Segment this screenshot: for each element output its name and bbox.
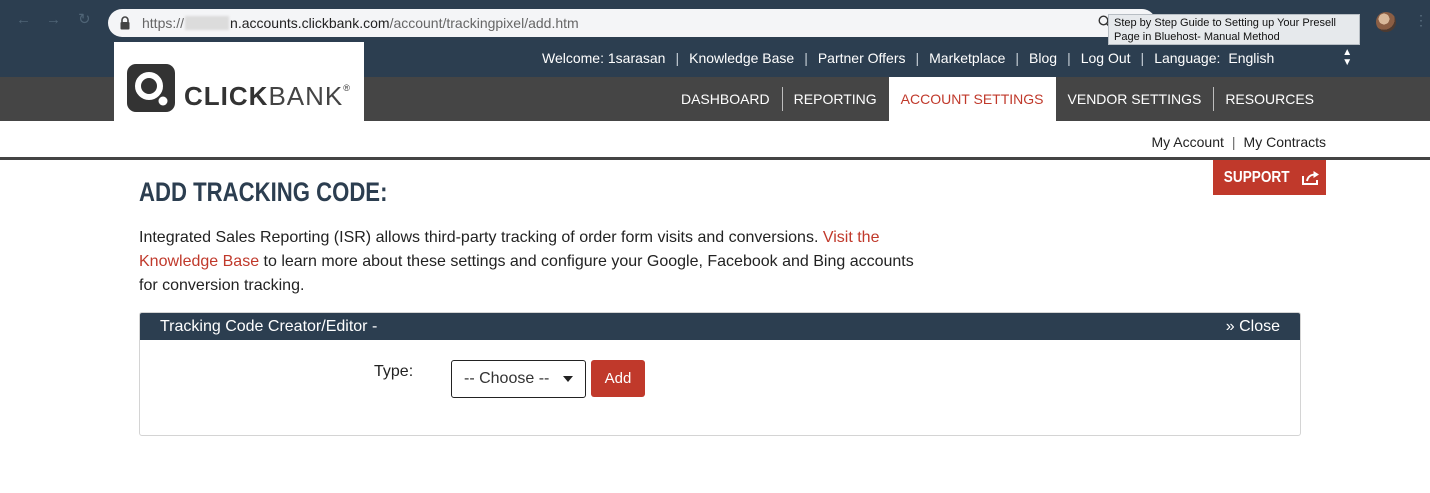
- type-label: Type:: [374, 363, 414, 380]
- subnav-my-contracts[interactable]: My Contracts: [1244, 134, 1326, 150]
- divider: |: [915, 50, 920, 66]
- url-host: n.accounts.clickbank.com: [230, 15, 390, 31]
- more-vertical-icon[interactable]: ⋮: [1414, 12, 1428, 28]
- reload-icon[interactable]: ↻: [78, 12, 91, 28]
- tooltip-line-2: Page in Bluehost- Manual Method: [1114, 31, 1280, 43]
- nav-reporting[interactable]: REPORTING: [781, 77, 889, 121]
- divider: |: [1140, 50, 1145, 66]
- divider: |: [1231, 134, 1236, 150]
- logo-wordmark: CLICKBANK®: [184, 75, 351, 109]
- subnav-my-account[interactable]: My Account: [1152, 134, 1224, 150]
- avatar[interactable]: [1376, 12, 1396, 32]
- language-select[interactable]: English ▲ ▼: [1228, 48, 1352, 68]
- caret-down-icon: [563, 376, 573, 382]
- knowledge-base-link[interactable]: Knowledge Base: [689, 50, 794, 66]
- support-button[interactable]: SUPPORT: [1213, 160, 1326, 195]
- main-nav: DASHBOARD REPORTING ACCOUNT SETTINGS VEN…: [669, 77, 1326, 121]
- redacted-subdomain: [185, 16, 230, 30]
- back-icon[interactable]: ←: [16, 12, 31, 28]
- type-select[interactable]: -- Choose --: [451, 360, 586, 398]
- nav-resources[interactable]: RESOURCES: [1213, 77, 1326, 121]
- marketplace-link[interactable]: Marketplace: [929, 50, 1005, 66]
- divider: |: [1067, 50, 1071, 66]
- tooltip: Step by Step Guide to Setting up Your Pr…: [1108, 14, 1360, 45]
- add-button[interactable]: Add: [591, 360, 645, 397]
- url-scheme: https://: [142, 15, 185, 31]
- tracking-code-panel: Tracking Code Creator/Editor - » Close T…: [139, 312, 1301, 436]
- partner-offers-link[interactable]: Partner Offers: [818, 50, 906, 66]
- top-links: Welcome: 1sarasan | Knowledge Base | Par…: [542, 48, 1352, 68]
- share-icon: [1302, 170, 1320, 185]
- intro-text-before: Integrated Sales Reporting (ISR) allows …: [139, 229, 823, 246]
- support-label: SUPPORT: [1223, 168, 1290, 186]
- select-arrows-icon: ▲ ▼: [1342, 47, 1353, 68]
- language-label: Language:: [1154, 50, 1221, 66]
- logo-text-bold: CLICK: [184, 81, 269, 111]
- panel-title: Tracking Code Creator/Editor -: [160, 318, 378, 335]
- logo-text-light: BANK: [268, 81, 344, 111]
- tooltip-line-1: Step by Step Guide to Setting up Your Pr…: [1114, 17, 1336, 29]
- logo-mark-icon: [127, 64, 175, 112]
- intro-text: Integrated Sales Reporting (ISR) allows …: [139, 226, 919, 298]
- nav-vendor-settings[interactable]: VENDOR SETTINGS: [1056, 77, 1214, 121]
- language-value: English: [1228, 50, 1275, 66]
- divider: |: [675, 50, 680, 66]
- address-bar[interactable]: https:// n.accounts.clickbank.com/account…: [108, 9, 1156, 37]
- divider: |: [804, 50, 808, 66]
- close-panel-link[interactable]: » Close: [1226, 313, 1280, 340]
- logout-link[interactable]: Log Out: [1081, 50, 1131, 66]
- registered-mark: ®: [343, 83, 351, 93]
- panel-header: Tracking Code Creator/Editor - » Close: [140, 313, 1300, 340]
- nav-dashboard[interactable]: DASHBOARD: [669, 77, 782, 121]
- nav-account-settings[interactable]: ACCOUNT SETTINGS: [888, 77, 1056, 121]
- url-text: https:// n.accounts.clickbank.com/account…: [142, 15, 579, 31]
- lock-icon: [120, 16, 130, 30]
- welcome-text: Welcome: 1sarasan: [542, 50, 666, 66]
- clickbank-logo[interactable]: CLICKBANK®: [114, 42, 364, 122]
- forward-icon[interactable]: →: [46, 12, 61, 28]
- divider: |: [1015, 50, 1020, 66]
- sub-nav: My Account | My Contracts: [1152, 134, 1326, 150]
- page-title: ADD TRACKING CODE:: [139, 177, 388, 207]
- url-path: /account/trackingpixel/add.htm: [389, 15, 579, 31]
- blog-link[interactable]: Blog: [1029, 50, 1057, 66]
- type-select-value: -- Choose --: [464, 370, 550, 387]
